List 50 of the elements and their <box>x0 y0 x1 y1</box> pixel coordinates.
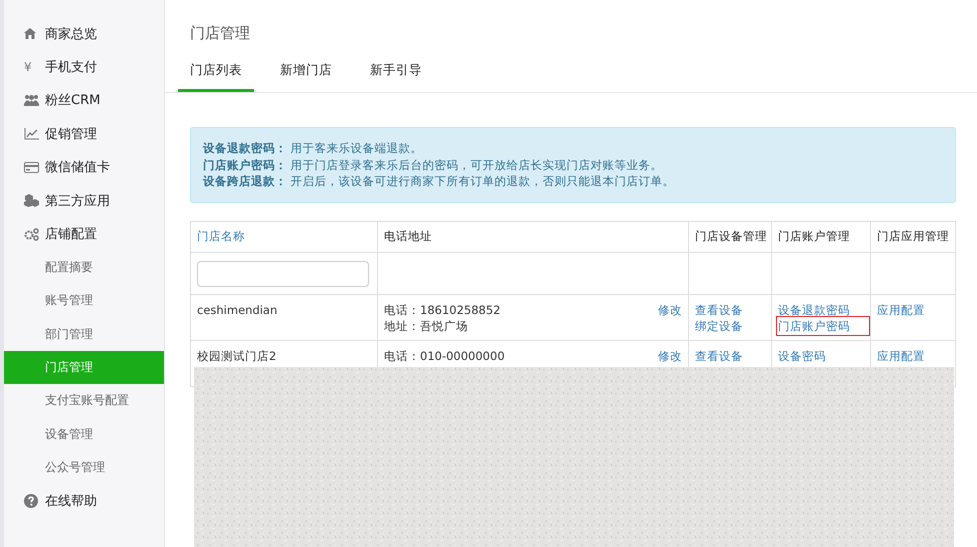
tab[interactable]: 新手引导 <box>358 56 434 92</box>
store-name: 校园测试门店2 <box>197 348 276 362</box>
app-config-link[interactable]: 应用配置 <box>877 302 925 318</box>
line-chart-icon <box>24 128 39 140</box>
account-link[interactable]: 门店账户密码 <box>778 318 868 334</box>
sidebar-item[interactable]: 粉丝CRM <box>4 84 164 118</box>
users-icon <box>24 94 39 106</box>
column-header: 门店设备管理 <box>688 221 772 252</box>
sidebar-item[interactable]: ¥ 手机支付 <box>4 50 164 84</box>
column-header: 电话地址 <box>378 221 688 252</box>
column-header: 门店账户管理 <box>772 221 870 252</box>
sidebar-item[interactable]: 公众号管理 <box>4 451 164 484</box>
home-icon <box>24 28 36 40</box>
sidebar-item[interactable]: 支付宝账号配置 <box>4 384 164 418</box>
contact-line: 电话：010-00000000 <box>384 348 505 364</box>
sidebar-item[interactable]: 在线帮助 <box>4 484 164 518</box>
store-name: ceshimendian <box>197 302 278 316</box>
tab[interactable]: 门店列表 <box>178 56 254 92</box>
sidebar-item[interactable]: 微信储值卡 <box>4 150 164 184</box>
sort-link[interactable]: 门店名称 <box>190 221 378 252</box>
tab[interactable]: 新增门店 <box>268 56 344 92</box>
sidebar-item[interactable]: 促销管理 <box>4 117 164 151</box>
help-icon <box>24 494 38 508</box>
device-link[interactable]: 绑定设备 <box>695 318 743 334</box>
yen-icon: ¥ <box>24 60 32 74</box>
sidebar-item[interactable]: 部门管理 <box>4 318 164 351</box>
notice-line: 设备跨店退款： 开启后，该设备可进行商家下所有订单的退款，否则只能退本门店订单。 <box>203 173 676 190</box>
sidebar-item[interactable]: 商家总览 <box>4 17 164 50</box>
name-filter-field[interactable] <box>197 260 369 286</box>
sidebar-item[interactable]: 第三方应用 <box>4 184 164 218</box>
sidebar-item[interactable]: 配置摘要 <box>4 250 164 284</box>
sidebar-item[interactable]: 门店管理 <box>4 350 164 384</box>
account-link[interactable]: 设备退款密码 <box>778 302 850 318</box>
notice-line: 门店账户密码： 用于门店登录客来乐后台的密码，可开放给店长实现门店对账等业务。 <box>203 156 664 173</box>
account-link[interactable]: 设备密码 <box>778 348 826 364</box>
device-link[interactable]: 查看设备 <box>695 302 743 318</box>
cubes-icon <box>24 194 40 208</box>
sidebar-item[interactable]: 设备管理 <box>4 418 164 452</box>
sidebar-item[interactable]: 店铺配置 <box>4 217 164 251</box>
edit-link[interactable]: 修改 <box>658 302 682 334</box>
contact-line: 地址：吾悦广场 <box>384 318 469 334</box>
edit-link[interactable]: 修改 <box>658 348 682 364</box>
app-config-link[interactable]: 应用配置 <box>877 348 925 364</box>
contact-line: 电话：18610258852 <box>384 302 500 318</box>
page-title: 门店管理 <box>189 23 251 44</box>
card-icon <box>24 162 39 173</box>
gears-icon <box>24 228 39 241</box>
sidebar-item[interactable]: 账号管理 <box>4 284 164 318</box>
column-header: 门店应用管理 <box>870 221 956 252</box>
notice-line: 设备退款密码： 用于客来乐设备端退款。 <box>203 140 424 156</box>
